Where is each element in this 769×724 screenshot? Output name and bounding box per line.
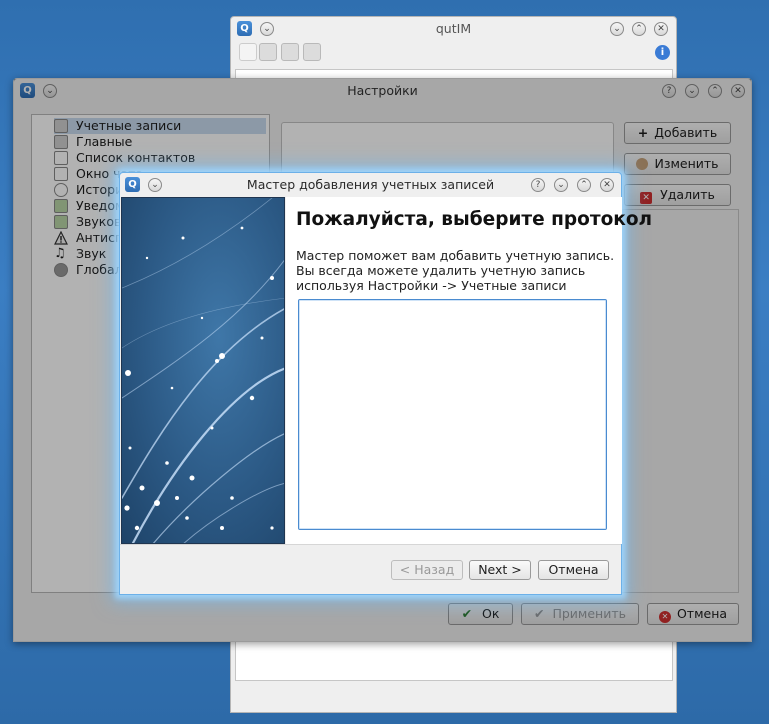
maximize-icon[interactable]: ⌃ bbox=[577, 178, 591, 192]
close-icon[interactable]: ✕ bbox=[654, 22, 668, 36]
description-line: Вы всегда можете удалить учетную запись bbox=[296, 263, 586, 278]
folder-icon[interactable] bbox=[281, 43, 299, 61]
maximize-icon[interactable]: ⌃ bbox=[632, 22, 646, 36]
next-button[interactable]: Next > bbox=[469, 560, 531, 580]
description-line: Мастер поможет вам добавить учетную запи… bbox=[296, 248, 615, 263]
minimize-icon[interactable]: ⌄ bbox=[554, 178, 568, 192]
minimize-icon[interactable]: ⌄ bbox=[610, 22, 624, 36]
description-line: используя Настройки -> Учетные записи bbox=[296, 278, 567, 293]
wizard-side-image bbox=[121, 197, 285, 544]
user-icon[interactable] bbox=[259, 43, 277, 61]
wizard-content: Пожалуйста, выберите протокол Мастер пом… bbox=[286, 197, 652, 544]
close-icon[interactable]: ✕ bbox=[600, 178, 614, 192]
protocol-list[interactable] bbox=[298, 299, 607, 530]
back-button[interactable]: < Назад bbox=[391, 560, 463, 580]
qutim-titlebar[interactable]: Q ⌄ qutIM ⌄ ⌃ ✕ bbox=[231, 17, 676, 41]
contact-list-icon[interactable] bbox=[239, 43, 257, 61]
wizard-footer: < Назад Next > Отмена bbox=[120, 544, 621, 597]
info-icon[interactable]: i bbox=[655, 45, 670, 60]
wizard-description: Мастер поможет вам добавить учетную запи… bbox=[296, 248, 614, 293]
wizard-title: Мастер добавления учетных записей bbox=[246, 177, 495, 192]
flag-icon[interactable] bbox=[303, 43, 321, 61]
wizard-titlebar[interactable]: Q ⌄ Мастер добавления учетных записей ? … bbox=[120, 173, 621, 197]
account-wizard-dialog: Q ⌄ Мастер добавления учетных записей ? … bbox=[119, 172, 652, 597]
cancel-button[interactable]: Отмена bbox=[538, 560, 609, 580]
help-icon[interactable]: ? bbox=[531, 178, 545, 192]
wizard-heading: Пожалуйста, выберите протокол bbox=[296, 209, 653, 230]
